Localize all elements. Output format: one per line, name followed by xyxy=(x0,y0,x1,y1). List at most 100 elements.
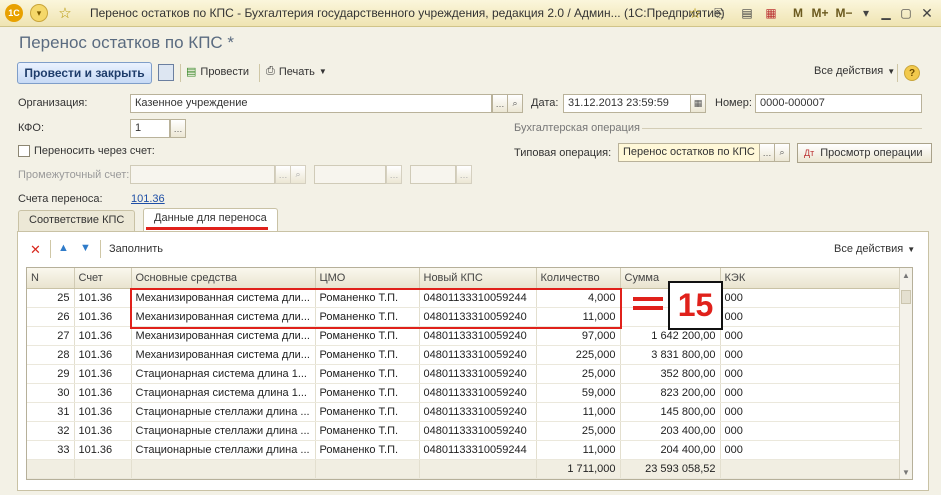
cell-sum[interactable]: 145 800,00 xyxy=(620,402,721,422)
table-all-actions-button[interactable]: Все действия ▼ xyxy=(834,243,915,255)
move-up-icon[interactable]: ▲ xyxy=(58,242,69,254)
cell-account[interactable]: 101.36 xyxy=(74,364,132,384)
intermediate-subconto-1-field[interactable] xyxy=(314,165,386,184)
cell-n[interactable]: 27 xyxy=(27,326,75,346)
cell-sum[interactable]: 352 800,00 xyxy=(620,364,721,384)
column-header-cmo[interactable]: ЦМО xyxy=(315,268,420,289)
cell-n[interactable]: 28 xyxy=(27,345,75,365)
cell-fixed-asset[interactable]: Стационарная система длина 1... xyxy=(131,364,316,384)
cell-cmo[interactable]: Романенко Т.П. xyxy=(315,421,420,441)
cell-new-kps[interactable]: 04801133310059244 xyxy=(419,440,537,460)
cell-kek[interactable]: 000 xyxy=(720,364,901,384)
tab-kps-mapping[interactable]: Соответствие КПС xyxy=(18,210,136,231)
cell-sum[interactable]: 3 831 800,00 xyxy=(620,345,721,365)
cell-quantity[interactable]: 11,000 xyxy=(536,402,621,422)
view-operation-button[interactable]: Дт Просмотр операции xyxy=(797,143,932,163)
cell-cmo[interactable]: Романенко Т.П. xyxy=(315,345,420,365)
date-field[interactable]: 31.12.2013 23:59:59 xyxy=(563,94,691,113)
cell-sum[interactable]: 203 400,00 xyxy=(620,421,721,441)
vertical-scrollbar[interactable]: ▲ ▼ xyxy=(899,268,912,479)
cell-cmo[interactable]: Романенко Т.П. xyxy=(315,440,420,460)
cell-n[interactable]: 26 xyxy=(27,307,75,327)
cell-new-kps[interactable]: 04801133310059240 xyxy=(419,402,537,422)
delete-icon[interactable]: ✕ xyxy=(30,242,41,258)
intermediate-account-select-button[interactable]: … xyxy=(275,165,291,184)
cell-kek[interactable]: 000 xyxy=(720,440,901,460)
close-icon[interactable]: ✕ xyxy=(918,4,936,22)
cell-n[interactable]: 33 xyxy=(27,440,75,460)
cell-quantity[interactable]: 11,000 xyxy=(536,440,621,460)
cell-fixed-asset[interactable]: Стационарные стеллажи длина ... xyxy=(131,421,316,441)
cell-kek[interactable]: 000 xyxy=(720,345,901,365)
print-button[interactable]: ⎙ Печать ▼ xyxy=(266,65,327,78)
scroll-down-icon[interactable]: ▼ xyxy=(900,465,912,479)
table-row[interactable]: 30 101.36 Стационарная система длина 1... Р… xyxy=(27,383,901,403)
scroll-up-icon[interactable]: ▲ xyxy=(900,268,912,282)
transfer-via-account-checkbox[interactable] xyxy=(18,145,30,157)
cell-n[interactable]: 32 xyxy=(27,421,75,441)
table-row[interactable]: 29 101.36 Стационарная система длина 1... Р… xyxy=(27,364,901,384)
cell-account[interactable]: 101.36 xyxy=(74,440,132,460)
cell-account[interactable]: 101.36 xyxy=(74,402,132,422)
kfo-select-button[interactable]: … xyxy=(170,119,186,138)
menu-dropdown-icon[interactable]: ▾ xyxy=(30,4,48,22)
cell-n[interactable]: 31 xyxy=(27,402,75,422)
cell-quantity[interactable]: 25,000 xyxy=(536,364,621,384)
cell-kek[interactable]: 000 xyxy=(720,326,901,346)
maximize-icon[interactable]: ▢ xyxy=(898,4,914,22)
column-header-fixed-assets[interactable]: Основные средства xyxy=(131,268,316,289)
cell-cmo[interactable]: Романенко Т.П. xyxy=(315,364,420,384)
cell-fixed-asset[interactable]: Механизированная система дли... xyxy=(131,345,316,365)
fill-button[interactable]: Заполнить xyxy=(109,243,163,255)
cell-new-kps[interactable]: 04801133310059240 xyxy=(419,421,537,441)
memory-minus-button[interactable]: M− xyxy=(834,4,854,22)
cell-account[interactable]: 101.36 xyxy=(74,307,132,327)
cell-fixed-asset[interactable]: Стационарные стеллажи длина ... xyxy=(131,402,316,422)
intermediate-subconto-1-select-button[interactable]: … xyxy=(386,165,402,184)
typical-operation-search-icon[interactable]: ⌕ xyxy=(774,143,790,162)
cell-n[interactable]: 30 xyxy=(27,383,75,403)
intermediate-subconto-2-field[interactable] xyxy=(410,165,456,184)
calendar-icon[interactable]: ▦ xyxy=(762,4,780,22)
cell-kek[interactable]: 000 xyxy=(720,383,901,403)
cell-quantity[interactable]: 25,000 xyxy=(536,421,621,441)
memory-plus-button[interactable]: M+ xyxy=(810,4,830,22)
scrollbar-thumb[interactable] xyxy=(901,290,911,304)
cell-kek[interactable]: 000 xyxy=(720,307,901,327)
cell-n[interactable]: 29 xyxy=(27,364,75,384)
app-logo-icon[interactable]: 1С xyxy=(5,4,23,22)
cell-sum[interactable]: 204 400,00 xyxy=(620,440,721,460)
cell-sum[interactable]: 823 200,00 xyxy=(620,383,721,403)
link-icon[interactable]: ⎘ xyxy=(710,4,728,22)
cell-account[interactable]: 101.36 xyxy=(74,326,132,346)
intermediate-account-field[interactable] xyxy=(130,165,275,184)
cell-kek[interactable]: 000 xyxy=(720,421,901,441)
cell-quantity[interactable]: 225,000 xyxy=(536,345,621,365)
cell-new-kps[interactable]: 04801133310059240 xyxy=(419,383,537,403)
help-icon[interactable]: ? xyxy=(904,65,920,81)
kfo-field[interactable]: 1 xyxy=(130,119,170,138)
cell-account[interactable]: 101.36 xyxy=(74,288,132,308)
intermediate-account-search-icon[interactable]: ⌕ xyxy=(290,165,306,184)
cell-kek[interactable]: 000 xyxy=(720,288,901,308)
post-button[interactable]: ▤ Провести xyxy=(186,65,249,79)
add-favorite-icon[interactable]: ☆ xyxy=(686,4,704,22)
column-header-n[interactable]: N xyxy=(27,268,75,289)
typical-operation-select-button[interactable]: … xyxy=(759,143,775,162)
cell-fixed-asset[interactable]: Стационарная система длина 1... xyxy=(131,383,316,403)
cell-account[interactable]: 101.36 xyxy=(74,421,132,441)
minimize-icon[interactable]: ▁ xyxy=(878,4,894,22)
table-row[interactable]: 28 101.36 Механизированная система дли... Р… xyxy=(27,345,901,365)
intermediate-subconto-2-select-button[interactable]: … xyxy=(456,165,472,184)
column-header-kek[interactable]: КЭК xyxy=(720,268,901,289)
memory-button[interactable]: M xyxy=(790,4,806,22)
table-row[interactable]: 31 101.36 Стационарные стеллажи длина ... Р… xyxy=(27,402,901,422)
organization-select-button[interactable]: … xyxy=(492,94,508,113)
column-header-quantity[interactable]: Количество xyxy=(536,268,621,289)
cell-cmo[interactable]: Романенко Т.П. xyxy=(315,383,420,403)
number-field[interactable]: 0000-000007 xyxy=(755,94,922,113)
table-row[interactable]: 33 101.36 Стационарные стеллажи длина ... Р… xyxy=(27,440,901,460)
organization-field[interactable]: Казенное учреждение xyxy=(130,94,492,113)
cell-new-kps[interactable]: 04801133310059240 xyxy=(419,345,537,365)
post-and-close-button[interactable]: Провести и закрыть xyxy=(17,62,152,84)
